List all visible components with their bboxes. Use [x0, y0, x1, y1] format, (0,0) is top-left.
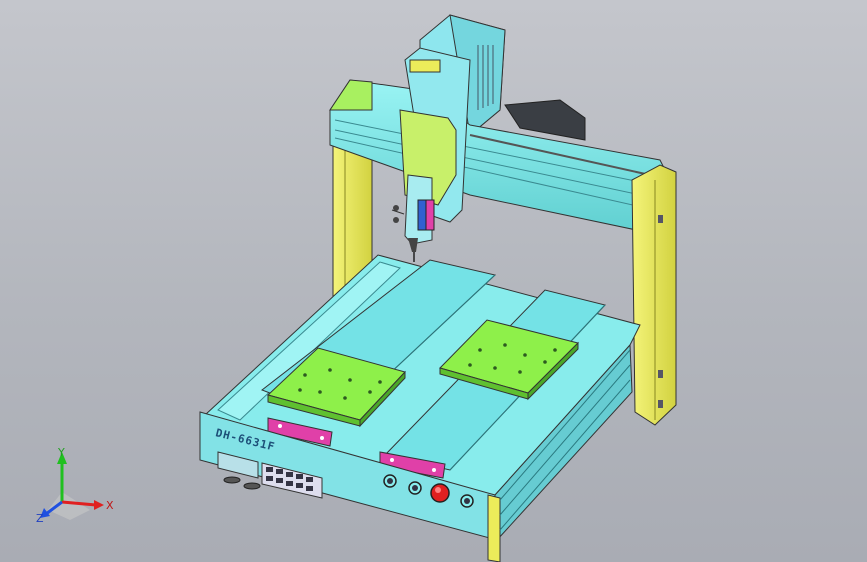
dispensing-robot-model[interactable]: DH-6631F Y X Z	[0, 0, 867, 562]
dispensing-head	[391, 174, 435, 262]
y-axis-label: Y	[57, 446, 65, 459]
z-axis-label: Z	[36, 512, 44, 525]
cad-viewport[interactable]: DH-6631F Y X Z	[0, 0, 867, 562]
start-button-left[interactable]	[383, 474, 397, 488]
front-connectors	[223, 476, 261, 490]
x-axis-label: X	[106, 499, 114, 512]
start-button-right[interactable]	[408, 481, 422, 495]
emergency-stop-button[interactable]	[430, 483, 450, 503]
coordinate-triad: Y X Z	[36, 446, 114, 525]
reset-button[interactable]	[460, 494, 474, 508]
gantry-right-column	[631, 164, 677, 426]
